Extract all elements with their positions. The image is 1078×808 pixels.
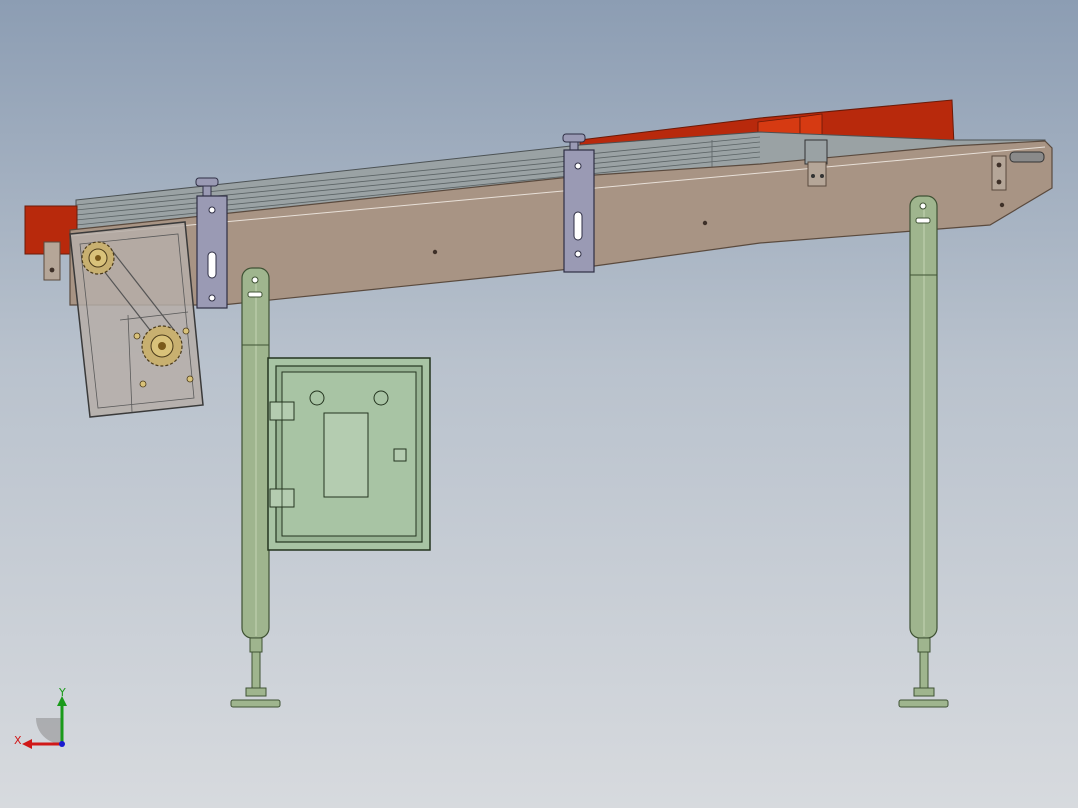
left-end-tab — [43, 241, 61, 281]
side-guide-bracket-left — [195, 177, 228, 309]
lower-sprocket — [141, 325, 183, 367]
tail-roller-shaft — [1009, 151, 1045, 163]
tail-end-plate — [991, 155, 1007, 191]
conveyor-assembly — [24, 99, 1053, 708]
x-axis-label: X — [14, 734, 22, 747]
upper-sprocket — [81, 241, 115, 275]
z-axis-dot — [59, 741, 65, 747]
y-axis-label: Y — [58, 686, 66, 699]
control-panel-enclosure — [267, 357, 431, 551]
coordinate-triad: Y X — [14, 686, 67, 749]
support-leg-right — [898, 195, 949, 708]
triad-arc — [36, 718, 62, 744]
product-stop-bracket — [804, 139, 828, 165]
cad-viewport[interactable]: Y X — [0, 0, 1078, 808]
side-guide-bracket-right — [562, 133, 595, 273]
